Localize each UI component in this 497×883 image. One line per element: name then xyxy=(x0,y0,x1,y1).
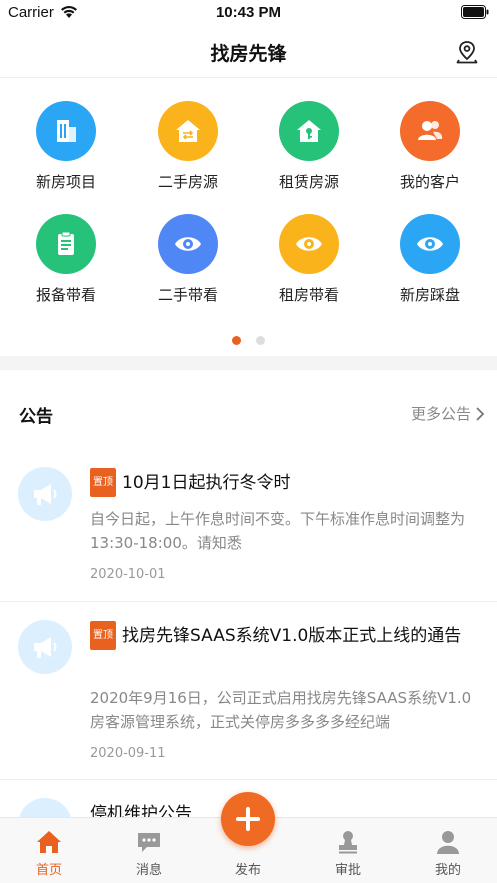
shortcut-label: 新房项目 xyxy=(35,173,96,191)
house-exchange-icon xyxy=(158,101,218,161)
page-dot[interactable] xyxy=(256,336,266,345)
shortcut-report-viewing[interactable]: 报备带看 xyxy=(6,214,126,305)
shortcut-second-hand-viewing[interactable]: 二手带看 xyxy=(128,214,248,305)
location-pin-icon[interactable] xyxy=(456,40,478,64)
tab-label: 我的 xyxy=(434,863,461,878)
notice-title: 10月1日起执行冬令时 xyxy=(122,473,291,493)
tab-label: 消息 xyxy=(135,863,162,878)
nav-bar: 找房先锋 xyxy=(0,26,497,78)
notice-title: 找房先锋SAAS系统V1.0版本正式上线的通告 xyxy=(122,626,462,646)
notice-date: 2020-09-11 xyxy=(90,746,166,761)
tab-label: 首页 xyxy=(35,863,62,878)
shortcut-rental-listings[interactable]: 租赁房源 xyxy=(249,101,369,192)
page-indicator xyxy=(0,330,497,345)
shortcut-new-house-projects[interactable]: 新房项目 xyxy=(6,101,126,192)
tab-label: 审批 xyxy=(334,863,361,878)
notice-section-title: 公告 xyxy=(19,407,53,427)
shortcut-new-house-survey[interactable]: 新房踩盘 xyxy=(370,214,490,305)
tab-home[interactable]: 首页 xyxy=(9,818,89,883)
page-dot-active[interactable] xyxy=(231,336,241,345)
shortcut-label: 二手带看 xyxy=(157,286,218,304)
notice-date: 2020-10-01 xyxy=(90,567,166,582)
section-divider xyxy=(0,356,497,370)
message-icon xyxy=(138,833,160,852)
shortcut-my-clients[interactable]: 我的客户 xyxy=(370,101,490,192)
shortcut-grid: 新房项目 二手房源 租赁房源 我的客户 报备带看 二手带看 租房带看 新房踩盘 xyxy=(0,78,497,348)
shortcut-label: 新房踩盘 xyxy=(399,286,460,304)
notice-header: 公告 更多公告 xyxy=(0,370,497,456)
shortcut-label: 二手房源 xyxy=(157,173,218,191)
notice-body: 2020年9月16日，公司正式启用找房先锋SAAS系统V1.0房客源管理系统，正… xyxy=(90,689,472,731)
building-icon xyxy=(36,101,96,161)
shortcut-label: 租房带看 xyxy=(278,286,339,304)
shortcut-label: 我的客户 xyxy=(399,173,460,191)
notice-title-row: 置顶 10月1日起执行冬令时 xyxy=(90,468,475,497)
pinned-badge: 置顶 xyxy=(90,621,116,650)
shortcut-label: 报备带看 xyxy=(35,286,96,304)
more-notices-link[interactable]: 更多公告 xyxy=(411,403,471,424)
pinned-badge: 置顶 xyxy=(90,468,116,497)
tab-approval[interactable]: 审批 xyxy=(308,818,388,883)
publish-button[interactable] xyxy=(221,792,275,846)
tab-profile[interactable]: 我的 xyxy=(408,818,488,883)
megaphone-icon xyxy=(18,620,72,674)
approval-icon xyxy=(339,831,357,854)
clock: 10:43 PM xyxy=(215,4,282,21)
battery-icon xyxy=(461,5,489,19)
house-key-icon xyxy=(279,101,339,161)
profile-icon xyxy=(437,831,459,854)
users-icon xyxy=(400,101,460,161)
megaphone-icon xyxy=(18,467,72,521)
shortcut-second-hand-listings[interactable]: 二手房源 xyxy=(128,101,248,192)
clipboard-icon xyxy=(36,214,96,274)
eye-icon xyxy=(279,214,339,274)
tab-label: 发布 xyxy=(234,863,261,878)
shortcut-label: 租赁房源 xyxy=(278,173,339,191)
notice-title-row: 置顶 找房先锋SAAS系统V1.0版本正式上线的通告 xyxy=(90,621,475,650)
eye-icon xyxy=(158,214,218,274)
megaphone-icon xyxy=(18,798,72,817)
eye-icon xyxy=(400,214,460,274)
page-title: 找房先锋 xyxy=(210,43,287,65)
status-bar: Carrier 10:43 PM xyxy=(0,0,497,26)
shortcut-rental-viewing[interactable]: 租房带看 xyxy=(249,214,369,305)
home-icon xyxy=(37,831,61,853)
tab-messages[interactable]: 消息 xyxy=(109,818,189,883)
notice-body: 自今日起，上午作息时间不变。下午标准作息时间调整为13:30-18:00。请知悉 xyxy=(90,510,466,552)
notice-item[interactable]: 置顶 找房先锋SAAS系统V1.0版本正式上线的通告 2020年9月16日，公司正… xyxy=(0,602,497,780)
chevron-right-icon[interactable] xyxy=(475,407,485,421)
notice-title: 停机维护公告 xyxy=(90,804,192,817)
notice-item[interactable]: 置顶 10月1日起执行冬令时 自今日起，上午作息时间不变。下午标准作息时间调整为1… xyxy=(0,456,497,602)
